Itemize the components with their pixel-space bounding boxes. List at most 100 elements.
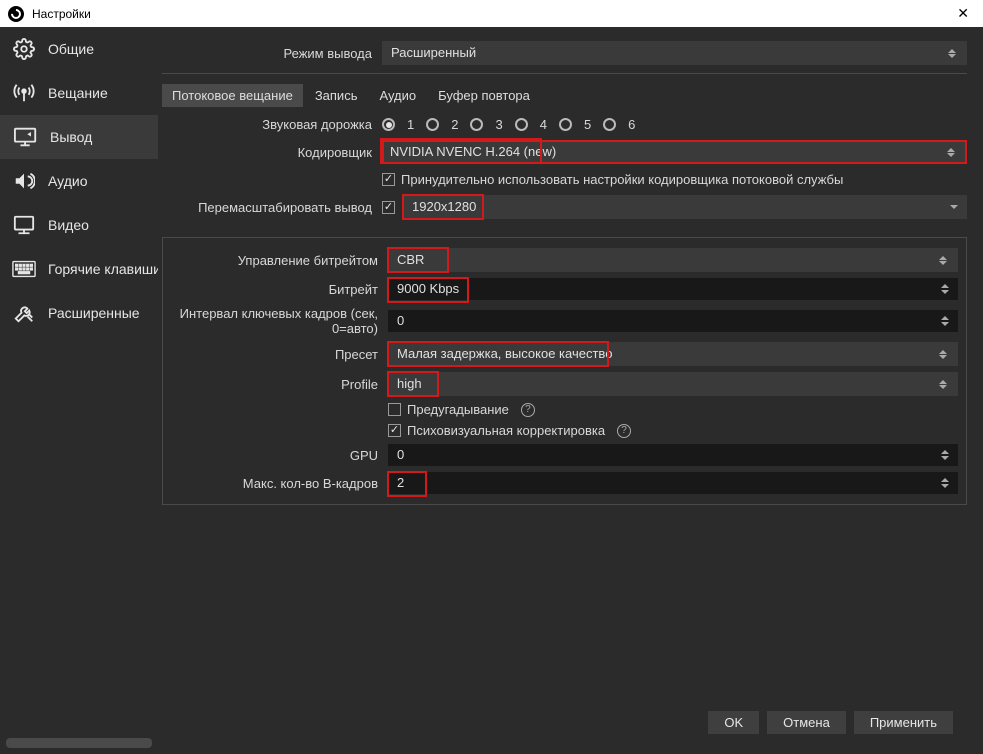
keyint-label: Интервал ключевых кадров (сек, 0=авто) bbox=[171, 306, 388, 336]
encoder-select[interactable]: NVIDIA NVENC H.264 (new) bbox=[382, 140, 967, 164]
spinner-icon[interactable] bbox=[941, 284, 949, 294]
rate-control-value: CBR bbox=[397, 248, 424, 272]
gear-icon bbox=[12, 37, 36, 61]
audio-track-radio-3[interactable] bbox=[470, 118, 483, 131]
audio-track-num: 5 bbox=[584, 117, 591, 132]
content-area: Режим вывода Расширенный Потоковое вещан… bbox=[158, 27, 983, 754]
chevron-down-icon bbox=[950, 205, 958, 209]
updown-icon bbox=[946, 49, 958, 58]
rescale-value: 1920x1280 bbox=[412, 195, 476, 219]
sidebar: Общие Вещание Вывод Аудио Видео bbox=[0, 27, 158, 754]
audio-track-radio-2[interactable] bbox=[426, 118, 439, 131]
apply-button[interactable]: Применить bbox=[854, 711, 953, 734]
titlebar: Настройки ✕ bbox=[0, 0, 983, 27]
sidebar-item-general[interactable]: Общие bbox=[0, 27, 158, 71]
bframes-value: 2 bbox=[397, 472, 404, 494]
broadcast-icon bbox=[12, 81, 36, 105]
output-mode-select[interactable]: Расширенный bbox=[382, 41, 967, 65]
sidebar-item-audio[interactable]: Аудио bbox=[0, 159, 158, 203]
sidebar-item-label: Аудио bbox=[48, 173, 88, 189]
output-mode-label: Режим вывода bbox=[162, 46, 382, 61]
info-icon[interactable]: ? bbox=[521, 403, 535, 417]
sidebar-item-hotkeys[interactable]: Горячие клавиши bbox=[0, 247, 158, 291]
keyint-value: 0 bbox=[397, 310, 404, 332]
profile-value: high bbox=[397, 372, 422, 396]
audio-track-radio-6[interactable] bbox=[603, 118, 616, 131]
display-icon bbox=[12, 213, 36, 237]
ok-button[interactable]: OK bbox=[708, 711, 759, 734]
sidebar-item-label: Видео bbox=[48, 217, 89, 233]
spinner-icon[interactable] bbox=[941, 316, 949, 326]
audio-track-radio-5[interactable] bbox=[559, 118, 572, 131]
sidebar-item-stream[interactable]: Вещание bbox=[0, 71, 158, 115]
preset-value: Малая задержка, высокое качество bbox=[397, 342, 612, 366]
bframes-label: Макс. кол-во B-кадров bbox=[171, 476, 388, 491]
encoder-label: Кодировщик bbox=[162, 145, 382, 160]
keyboard-icon bbox=[12, 257, 36, 281]
tools-icon bbox=[12, 301, 36, 325]
updown-icon bbox=[937, 256, 949, 265]
gpu-label: GPU bbox=[171, 448, 388, 463]
sidebar-item-advanced[interactable]: Расширенные bbox=[0, 291, 158, 335]
rescale-checkbox[interactable] bbox=[382, 201, 395, 214]
encoder-settings-panel: Управление битрейтом CBR Битрейт 9000 Kb… bbox=[162, 237, 967, 505]
sidebar-item-label: Вывод bbox=[50, 129, 92, 145]
tabs: Потоковое вещание Запись Аудио Буфер пов… bbox=[162, 84, 967, 107]
close-icon[interactable]: ✕ bbox=[951, 3, 975, 24]
audio-track-radios: 1 2 3 4 5 6 bbox=[382, 117, 967, 132]
tab-replay-buffer[interactable]: Буфер повтора bbox=[428, 84, 540, 107]
output-mode-value: Расширенный bbox=[391, 41, 476, 65]
rate-control-select[interactable]: CBR bbox=[388, 248, 958, 272]
encoder-value: NVIDIA NVENC H.264 (new) bbox=[390, 140, 556, 164]
spinner-icon[interactable] bbox=[941, 450, 949, 460]
profile-select[interactable]: high bbox=[388, 372, 958, 396]
sidebar-scrollbar[interactable] bbox=[6, 738, 152, 748]
rescale-select[interactable]: 1920x1280 bbox=[403, 195, 967, 219]
sidebar-item-output[interactable]: Вывод bbox=[0, 115, 158, 159]
updown-icon bbox=[937, 350, 949, 359]
bitrate-label: Битрейт bbox=[171, 282, 388, 297]
psycho-checkbox[interactable] bbox=[388, 424, 401, 437]
rate-control-label: Управление битрейтом bbox=[171, 253, 388, 268]
tab-audio[interactable]: Аудио bbox=[369, 84, 426, 107]
speaker-icon bbox=[12, 169, 36, 193]
enforce-checkbox[interactable] bbox=[382, 173, 395, 186]
window-title: Настройки bbox=[32, 7, 951, 21]
bitrate-input[interactable]: 9000 Kbps bbox=[388, 278, 958, 300]
audio-track-num: 1 bbox=[407, 117, 414, 132]
info-icon[interactable]: ? bbox=[617, 424, 631, 438]
updown-icon bbox=[937, 380, 949, 389]
audio-track-radio-1[interactable] bbox=[382, 118, 395, 131]
enforce-label: Принудительно использовать настройки код… bbox=[401, 172, 843, 187]
app-icon bbox=[8, 6, 24, 22]
gpu-input[interactable]: 0 bbox=[388, 444, 958, 466]
spinner-icon[interactable] bbox=[941, 478, 949, 488]
updown-icon bbox=[945, 148, 957, 157]
gpu-value: 0 bbox=[397, 444, 404, 466]
psycho-label: Психовизуальная корректировка bbox=[407, 423, 605, 438]
preset-label: Пресет bbox=[171, 347, 388, 362]
bitrate-value: 9000 Kbps bbox=[397, 278, 459, 300]
footer: OK Отмена Применить bbox=[158, 701, 967, 744]
audio-track-num: 6 bbox=[628, 117, 635, 132]
rescale-label: Перемасштабировать вывод bbox=[162, 200, 382, 215]
sidebar-item-video[interactable]: Видео bbox=[0, 203, 158, 247]
sidebar-item-label: Горячие клавиши bbox=[48, 261, 161, 277]
audio-track-radio-4[interactable] bbox=[515, 118, 528, 131]
sidebar-item-label: Расширенные bbox=[48, 305, 140, 321]
audio-track-num: 3 bbox=[495, 117, 502, 132]
tab-streaming[interactable]: Потоковое вещание bbox=[162, 84, 303, 107]
tab-recording[interactable]: Запись bbox=[305, 84, 368, 107]
sidebar-item-label: Общие bbox=[48, 41, 94, 57]
monitor-icon bbox=[14, 125, 38, 149]
lookahead-checkbox[interactable] bbox=[388, 403, 401, 416]
preset-select[interactable]: Малая задержка, высокое качество bbox=[388, 342, 958, 366]
cancel-button[interactable]: Отмена bbox=[767, 711, 846, 734]
lookahead-label: Предугадывание bbox=[407, 402, 509, 417]
audio-track-label: Звуковая дорожка bbox=[162, 117, 382, 132]
audio-track-num: 4 bbox=[540, 117, 547, 132]
divider bbox=[162, 73, 967, 74]
keyint-input[interactable]: 0 bbox=[388, 310, 958, 332]
bframes-input[interactable]: 2 bbox=[388, 472, 958, 494]
sidebar-item-label: Вещание bbox=[48, 85, 108, 101]
